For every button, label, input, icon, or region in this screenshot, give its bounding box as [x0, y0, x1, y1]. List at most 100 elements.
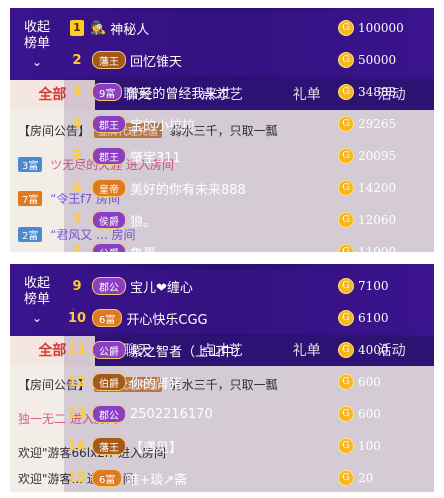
rank-row[interactable]: 14 藩王 【遇见】 G 100: [64, 430, 434, 462]
rank-panel-top: 全部 聊天 点才艺 礼单 活动 【房间公告】 金牌代理充值 弱水三千，只取一瓢 …: [10, 8, 434, 252]
collapse-label-line1: 收起: [23, 20, 50, 35]
user-name: 唯+琰↗斋: [126, 472, 188, 488]
score-cell: G 34888: [338, 84, 434, 100]
noble-badge: 郡公: [92, 405, 126, 423]
score-value: 20095: [358, 149, 397, 163]
rank-row[interactable]: 15 6富 唯+琰↗斋 G 20: [64, 462, 434, 492]
user-name: 美好的你有未来888: [130, 182, 246, 198]
user-name: 宝的小拉拉: [130, 118, 196, 134]
score-cell: G 50000: [338, 52, 434, 68]
rank-row[interactable]: 12 伯爵 你的肾猪 G 600: [64, 366, 434, 398]
rank-number: 13: [67, 406, 87, 422]
user-cell: 郡公 宝儿❤缠心: [90, 277, 338, 296]
score-cell: G 6100: [338, 310, 434, 326]
user-cell: 伯爵 你的肾猪: [90, 373, 338, 392]
coin-icon: G: [338, 84, 354, 100]
user-name: 开心快乐CGG: [126, 312, 208, 328]
score-cell: G 20: [338, 470, 434, 486]
rank-list: 收起 榜单 ⌄ 9 郡公 宝儿❤缠心 G 7100 10 6富 开心快乐CGG …: [10, 264, 434, 492]
coin-icon: G: [338, 470, 354, 486]
noble-badge: 公爵: [92, 341, 126, 359]
noble-badge: 藩王: [92, 437, 126, 455]
collapse-rank-button[interactable]: 收起 榜单 ⌄: [10, 8, 64, 69]
rank-row[interactable]: 5 郡王 肇宝311 G 20095: [64, 140, 434, 172]
coin-icon: G: [338, 310, 354, 326]
user-name: 【遇见】: [130, 440, 183, 456]
score-value: 20: [358, 471, 374, 485]
collapse-rank-button[interactable]: 收起 榜单 ⌄: [10, 264, 64, 325]
coin-icon: G: [338, 116, 354, 132]
rank-number: 4: [72, 116, 82, 132]
coin-icon: G: [338, 212, 354, 228]
user-cell: 藩王 【遇见】: [90, 437, 338, 456]
collapse-label-line2: 榜单: [23, 36, 50, 51]
user-cell: 藩王 回忆锥天: [90, 51, 338, 70]
user-cell: 皇帝 美好的你有未来888: [90, 179, 338, 198]
score-cell: G 11000: [338, 244, 434, 252]
user-name: 宝儿❤缠心: [130, 280, 193, 296]
user-name: 曾经的曾经我来过: [126, 86, 231, 102]
noble-badge: 公爵: [92, 243, 126, 252]
rank-list: 收起 榜单 ⌄ 1 🕵 神秘人 G 100000 2 藩王 回忆锥天 G 500: [10, 8, 434, 252]
score-value: 34888: [358, 85, 397, 99]
rank-number: 15: [67, 470, 87, 486]
rank-number: 2: [72, 52, 82, 68]
rank-row[interactable]: 13 郡公 2502216170 G 600: [64, 398, 434, 430]
rank-row[interactable]: 3 9富 曾经的曾经我来过 G 34888: [64, 76, 434, 108]
user-cell: 郡王 肇宝311: [90, 147, 338, 166]
rank-number: 9: [72, 278, 82, 294]
coin-icon: G: [338, 342, 354, 358]
collapse-label-line1: 收起: [23, 276, 50, 291]
rank-number: 7: [72, 212, 82, 228]
coin-icon: G: [338, 20, 354, 36]
score-value: 4000: [358, 343, 389, 357]
rank-number: 11: [67, 342, 87, 358]
rank-number: 6: [72, 180, 82, 196]
score-value: 100: [358, 439, 381, 453]
wealth-badge: 6富: [92, 309, 123, 327]
rank-row[interactable]: 1 🕵 神秘人 G 100000: [64, 12, 434, 44]
rank-number: 10: [67, 310, 87, 326]
rank-panel-bottom: 全部 聊天 点才艺 礼单 活动 【房间公告】 金牌代理充值 弱水三千，只取一瓢 …: [10, 264, 434, 492]
rank-number: 12: [67, 374, 87, 390]
rank-row[interactable]: 8 公爵 鲁哥 G 11000: [64, 236, 434, 252]
user-name: 你的肾猪: [130, 376, 183, 392]
rank-row[interactable]: 2 藩王 回忆锥天 G 50000: [64, 44, 434, 76]
mystery-user-icon: 🕵: [90, 20, 107, 36]
noble-badge: 伯爵: [92, 373, 126, 391]
coin-icon: G: [338, 374, 354, 390]
noble-badge: 藩王: [92, 51, 126, 69]
rank-number: 8: [72, 244, 82, 253]
user-cell: 公爵 紫之智者（上山中）: [90, 341, 338, 360]
score-value: 14200: [358, 181, 397, 195]
coin-icon: G: [338, 438, 354, 454]
noble-badge: 郡公: [92, 277, 126, 295]
score-cell: G 100000: [338, 20, 434, 36]
noble-badge: 郡王: [92, 147, 126, 165]
rank-row[interactable]: 9 郡公 宝儿❤缠心 G 7100: [64, 270, 434, 302]
score-value: 12060: [358, 213, 397, 227]
score-value: 50000: [358, 53, 397, 67]
score-cell: G 600: [338, 406, 434, 422]
chevron-down-icon: ⌄: [31, 55, 43, 69]
collapse-label-line2: 榜单: [23, 292, 50, 307]
noble-badge: 皇帝: [92, 179, 126, 197]
rank-row[interactable]: 7 侯爵 狼。 G 12060: [64, 204, 434, 236]
rank-row[interactable]: 11 公爵 紫之智者（上山中） G 4000: [64, 334, 434, 366]
user-cell: 郡王 宝的小拉拉: [90, 115, 338, 134]
score-cell: G 29265: [338, 116, 434, 132]
user-name: 鲁哥: [130, 243, 156, 253]
score-value: 7100: [358, 279, 389, 293]
coin-icon: G: [338, 278, 354, 294]
user-name: 肇宝311: [130, 150, 181, 166]
user-cell: 🕵 神秘人: [90, 19, 338, 38]
score-value: 29265: [358, 117, 397, 131]
score-value: 600: [358, 375, 381, 389]
score-cell: G 14200: [338, 180, 434, 196]
rank-row[interactable]: 6 皇帝 美好的你有未来888 G 14200: [64, 172, 434, 204]
coin-icon: G: [338, 406, 354, 422]
rank-row[interactable]: 4 郡王 宝的小拉拉 G 29265: [64, 108, 434, 140]
rank-row[interactable]: 10 6富 开心快乐CGG G 6100: [64, 302, 434, 334]
user-name: 紫之智者（上山中）: [130, 344, 248, 360]
rank-number: 14: [67, 438, 87, 454]
